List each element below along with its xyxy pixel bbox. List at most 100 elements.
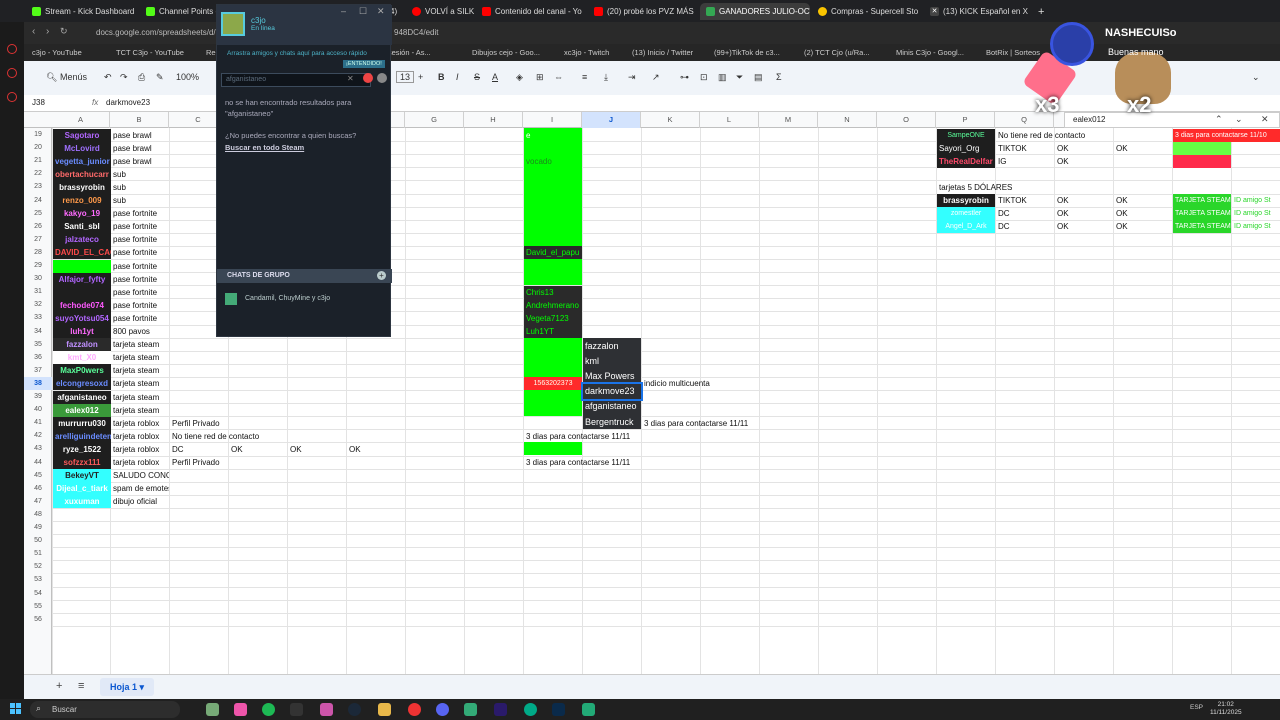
steam-avatar[interactable] [221, 12, 245, 36]
cell-b22[interactable]: sub [111, 168, 169, 181]
find-prev-icon[interactable]: ⌃ [1215, 114, 1223, 125]
cell-j-name[interactable]: Max Powers [583, 369, 641, 384]
cell-b39[interactable]: tarjeta steam [111, 391, 169, 404]
tab-contenido-canal[interactable]: Contenido del canal - Yo [482, 3, 582, 20]
cell-s24[interactable]: OK [1114, 194, 1172, 207]
cell-b33[interactable]: pase fortnite [111, 312, 169, 325]
cell-p23[interactable]: tarjetas 5 DÓLARES [937, 181, 1054, 194]
find-input[interactable]: ealex012 [1073, 115, 1105, 124]
cell-b24[interactable]: sub [111, 194, 169, 207]
steam-icon[interactable] [348, 703, 361, 716]
cell-t21[interactable] [1173, 154, 1231, 168]
cell-t25[interactable]: TARJETA STEAM [1173, 207, 1231, 221]
file-explorer-icon[interactable] [378, 703, 391, 716]
comment-icon[interactable]: ⊡ [700, 72, 708, 83]
messenger-icon[interactable] [7, 92, 17, 102]
collapse-toolbar-icon[interactable]: ⌄ [1252, 72, 1260, 83]
column-header-h[interactable]: H [464, 112, 523, 128]
column-header-g[interactable]: G [405, 112, 464, 128]
cell-e43[interactable]: OK [288, 443, 346, 456]
cell-k38[interactable]: indicio multicuenta [642, 377, 759, 390]
cell-b40[interactable]: tarjeta steam [111, 404, 169, 417]
cell-t19[interactable]: 3 dias para contactarse 11/10 [1173, 128, 1280, 142]
row-header-42[interactable]: 42 [24, 429, 52, 442]
cell-i28[interactable]: David_el_papu [524, 246, 582, 260]
cell-b29[interactable]: pase fortnite [111, 260, 169, 273]
cell-b27[interactable]: pase fortnite [111, 233, 169, 246]
row-header-52[interactable]: 52 [24, 560, 52, 573]
cell-a28[interactable]: DAVID_EL_CAC [53, 246, 111, 260]
cell-k41[interactable]: 3 dias para contactarse 11/11 [642, 417, 759, 430]
column-header-m[interactable]: M [759, 112, 818, 128]
cell-j-name[interactable]: afganistaneo [583, 399, 641, 414]
tab-ganadores[interactable]: GANADORES JULIO-OCT [700, 3, 810, 20]
cell-b32[interactable]: pase fortnite [111, 299, 169, 312]
valign-icon[interactable]: ⤓ [604, 72, 608, 83]
cell-i42[interactable]: 3 dias para contactarse 11/11 [524, 430, 641, 443]
home-icon[interactable] [7, 68, 17, 78]
wrap-icon[interactable]: ⇥ [628, 72, 636, 83]
column-header-l[interactable]: L [700, 112, 759, 128]
all-sheets-button[interactable]: ≡ [78, 680, 84, 692]
cell-b45[interactable]: SALUDO CONCAM [111, 469, 169, 482]
bookmark-re[interactable]: Re [206, 48, 216, 57]
row-header-50[interactable]: 50 [24, 534, 52, 547]
cell-i32[interactable]: Andrehmerano [524, 298, 582, 312]
row-header-34[interactable]: 34 [24, 325, 52, 338]
zoom-select[interactable]: 100% [176, 72, 199, 82]
clear-search-icon[interactable]: ✕ [347, 74, 354, 83]
tab-supercell[interactable]: Compras - Supercell Sto [818, 3, 918, 20]
cell-r24[interactable]: OK [1055, 194, 1113, 207]
bookmark-dibujos[interactable]: Dibujos cejo - Goo... [472, 48, 540, 57]
column-header-n[interactable]: N [818, 112, 877, 128]
cell-r21[interactable]: OK [1055, 155, 1113, 168]
cell-q20[interactable]: TIKTOK [996, 142, 1054, 155]
cell-b35[interactable]: tarjeta steam [111, 338, 169, 351]
cell-q24[interactable]: TIKTOK [996, 194, 1054, 207]
cell-a40[interactable]: ealex012 [53, 403, 111, 417]
bookmark-botrix[interactable]: BotRix | Sorteos [986, 48, 1040, 57]
cell-b30[interactable]: pase fortnite [111, 273, 169, 286]
cell-i34[interactable]: Luh1YT [524, 325, 582, 338]
close-icon[interactable]: ✕ [377, 6, 385, 17]
row-header-21[interactable]: 21 [24, 154, 52, 167]
tab-channel-points[interactable]: Channel Points - [146, 3, 216, 20]
bookmark-c3jo-youtube[interactable]: c3jo - YouTube [32, 48, 82, 57]
cell-a27[interactable]: jalzateco [53, 233, 111, 247]
row-header-56[interactable]: 56 [24, 613, 52, 626]
row-header-46[interactable]: 46 [24, 482, 52, 495]
cell-p20[interactable]: Sayori_Org [937, 141, 995, 155]
cell-d43[interactable]: OK [229, 443, 287, 456]
font-size-input[interactable]: 13 [396, 71, 415, 83]
cell-b25[interactable]: pase fortnite [111, 207, 169, 220]
row-header-31[interactable]: 31 [24, 285, 52, 298]
cell-i38[interactable]: 1563202373 [524, 377, 582, 391]
filter-views-icon[interactable]: ▤ [754, 72, 763, 83]
cell-a38[interactable]: elcongresoxd [53, 377, 111, 391]
undo-icon[interactable]: ↶ [104, 72, 112, 83]
cell-a43[interactable]: ryze_1522 [53, 442, 111, 456]
cell-a42[interactable]: arelliguindeten [53, 429, 111, 443]
cell-p21[interactable]: TheRealDelfar [937, 154, 995, 168]
cell-s26[interactable]: OK [1114, 220, 1172, 233]
functions-icon[interactable]: Σ [776, 72, 782, 82]
search-menus-icon[interactable]: 🔍︎ [46, 72, 57, 83]
cell-b44[interactable]: tarjeta roblox [111, 456, 169, 469]
reload-icon[interactable]: ↻ [60, 26, 68, 37]
url-field[interactable]: docs.google.com/spreadsheets/d/ [96, 28, 216, 37]
cell-p26[interactable]: Angel_D_Ark [937, 220, 995, 234]
opera-icon[interactable] [7, 44, 17, 54]
cell-i31[interactable]: Chris13 [524, 285, 582, 299]
cell-b28[interactable]: pase fortnite [111, 246, 169, 259]
got-it-button[interactable]: ¡ENTENDIDO! [343, 60, 385, 68]
cell-p25[interactable]: zomestler [937, 207, 995, 221]
row-header-22[interactable]: 22 [24, 167, 52, 180]
cell-q26[interactable]: DC [996, 220, 1054, 233]
cell-b37[interactable]: tarjeta steam [111, 364, 169, 377]
cell-a24[interactable]: renzo_009 [53, 194, 111, 207]
paint-format-icon[interactable]: ✎ [156, 72, 164, 83]
tab-unknown[interactable]: 4) [390, 3, 404, 20]
cell-p19[interactable]: SampeONE [937, 128, 995, 142]
cell-b46[interactable]: spam de emotes [111, 482, 169, 495]
text-color-icon[interactable]: A [492, 72, 498, 82]
